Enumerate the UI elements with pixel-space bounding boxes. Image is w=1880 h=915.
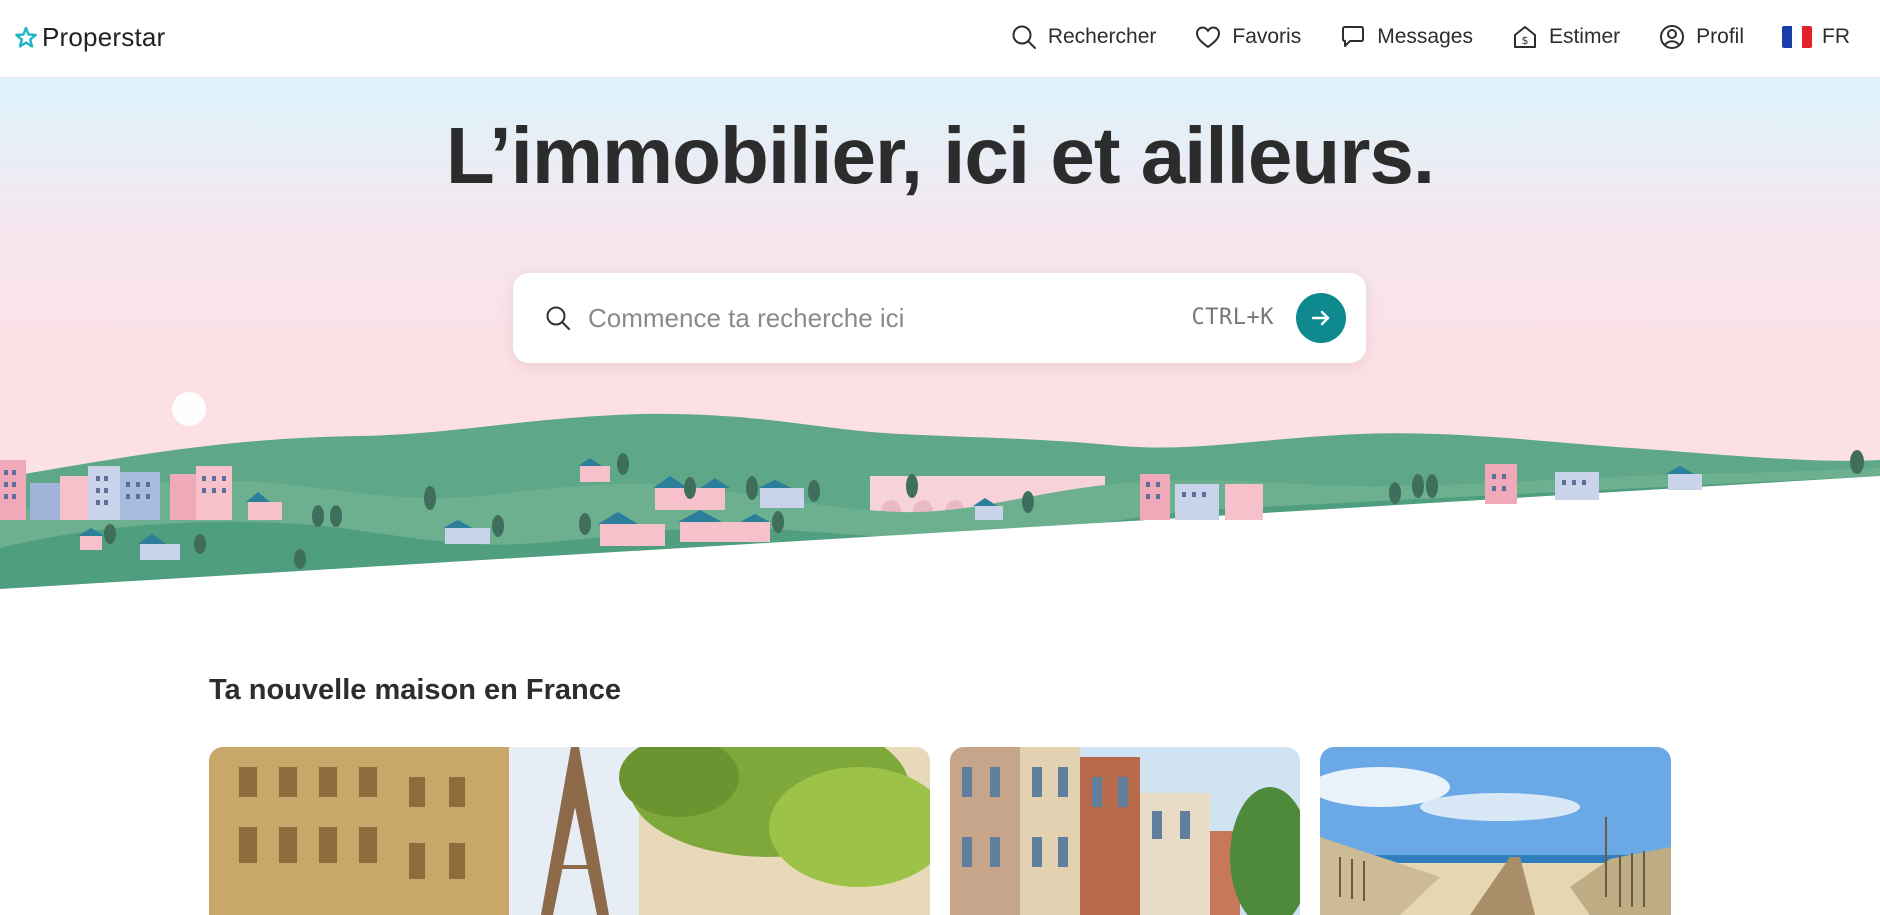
nav-label-profil: Profil xyxy=(1696,25,1744,48)
nav-estimer[interactable]: $ Estimer xyxy=(1511,20,1620,54)
nav-label-rechercher: Rechercher xyxy=(1047,25,1157,48)
nav-profil[interactable]: Profil xyxy=(1658,20,1744,54)
language-selector[interactable]: FR xyxy=(1782,20,1850,54)
search-icon xyxy=(546,306,570,330)
search-input[interactable] xyxy=(588,295,1168,341)
city-card-toulouse[interactable] xyxy=(950,747,1300,915)
search-bar: CTRL+K xyxy=(513,273,1366,363)
hero-banner: L’immobilier, ici et ailleurs. CTRL+K xyxy=(0,78,1880,623)
paris-photo xyxy=(209,747,930,915)
search-icon xyxy=(1012,25,1036,49)
section-title: Ta nouvelle maison en France xyxy=(209,674,622,706)
search-submit-button[interactable] xyxy=(1296,293,1346,343)
top-header: Properstar Rechercher Favoris Messages $… xyxy=(0,0,1880,78)
toulouse-photo xyxy=(950,747,1300,915)
france-flag-icon xyxy=(1782,26,1812,48)
language-label: FR xyxy=(1822,25,1850,48)
nav-label-estimer: Estimer xyxy=(1548,25,1621,48)
nav-favoris[interactable]: Favoris xyxy=(1194,20,1301,54)
user-circle-icon xyxy=(1660,25,1685,49)
city-card-beach[interactable] xyxy=(1320,747,1671,915)
properstar-logo[interactable]: Properstar xyxy=(14,22,165,53)
nav-label-favoris: Favoris xyxy=(1232,25,1302,48)
house-dollar-icon: $ xyxy=(1513,26,1536,48)
arrow-right-icon xyxy=(1311,310,1330,326)
hero-title: L’immobilier, ici et ailleurs. xyxy=(445,111,1435,200)
svg-text:$: $ xyxy=(1521,34,1528,47)
chat-bubble-icon xyxy=(1342,26,1365,47)
city-card-paris[interactable] xyxy=(209,747,930,915)
main-nav: Rechercher Favoris Messages $ Estimer Pr… xyxy=(972,20,1850,54)
nav-messages[interactable]: Messages xyxy=(1339,20,1473,54)
heart-icon xyxy=(1196,26,1221,48)
logo-text: Properstar xyxy=(42,22,166,52)
star-logo-icon xyxy=(15,26,37,48)
nav-label-messages: Messages xyxy=(1377,25,1473,48)
beach-photo xyxy=(1320,747,1671,915)
keyboard-shortcut-hint: CTRL+K xyxy=(1191,305,1274,330)
nav-rechercher[interactable]: Rechercher xyxy=(1010,20,1157,54)
